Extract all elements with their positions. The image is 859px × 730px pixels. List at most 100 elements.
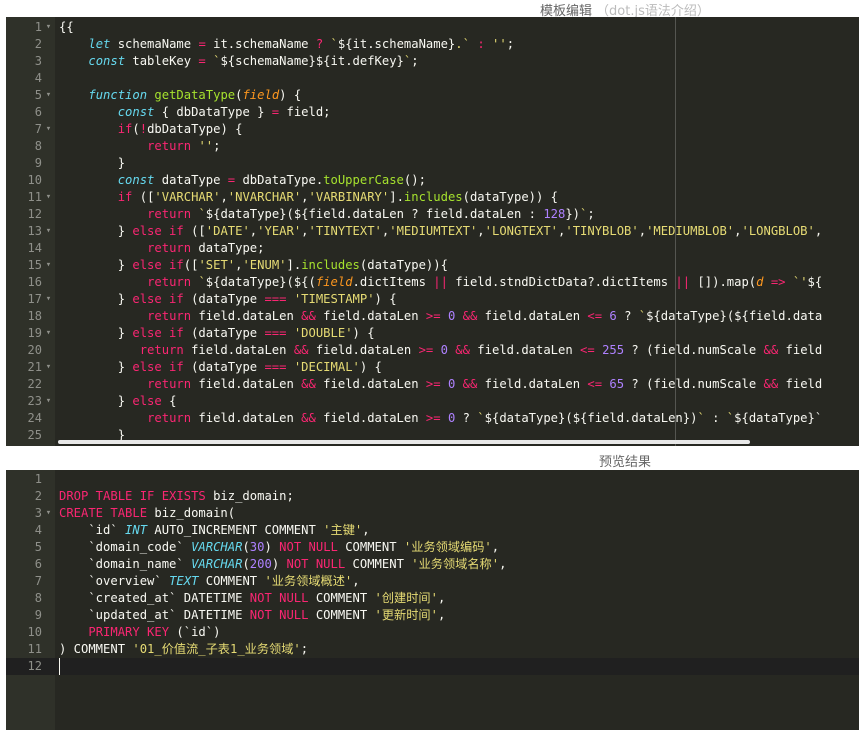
code-token: dbDataType. xyxy=(235,173,324,187)
template-line-content: function getDataType(field) { xyxy=(59,87,859,104)
fold-arrow-icon[interactable]: ▾ xyxy=(44,393,53,410)
code-token: (dataType xyxy=(183,292,265,306)
template-code-line[interactable]: 10 const dataType = dbDataType.toUpperCa… xyxy=(6,172,859,189)
template-code-line[interactable]: 12 return `${dataType}(${field.dataLen ?… xyxy=(6,206,859,223)
code-token: ) { xyxy=(359,360,382,374)
preview-code-editor[interactable]: 1 2 DROP TABLE IF EXISTS biz_domain; 3 ▾ CREA… xyxy=(6,470,859,730)
template-line-content: let schemaName = it.schemaName ? `${it.s… xyxy=(59,36,859,53)
fold-arrow-icon[interactable]: ▾ xyxy=(44,325,53,342)
code-token: { xyxy=(161,394,177,408)
code-token: ? xyxy=(616,309,639,323)
code-token: || xyxy=(433,275,448,289)
code-token: INT xyxy=(125,523,148,537)
fold-arrow-icon[interactable]: ▾ xyxy=(44,223,53,240)
code-token: biz_domain( xyxy=(147,506,236,520)
template-code-line[interactable]: 21 ▾ } else if (dataType === 'DECIMAL') { xyxy=(6,359,859,376)
template-code-line[interactable]: 20 return field.dataLen && field.dataLen… xyxy=(6,342,859,359)
template-horizontal-scrollbar[interactable] xyxy=(58,440,750,444)
code-token: field.dataLen xyxy=(183,343,294,357)
template-code-line[interactable]: 6 const { dbDataType } = field; xyxy=(6,104,859,121)
code-token: AUTO_INCREMENT COMMENT xyxy=(147,523,324,537)
code-token: NOT NULL xyxy=(286,557,346,571)
fold-arrow-icon[interactable]: ▾ xyxy=(44,257,53,274)
preview-line-number: 7 xyxy=(34,574,42,588)
template-line-content: {{ xyxy=(59,19,859,36)
template-code-editor[interactable]: 1 ▾{{2 let schemaName = it.schemaName ? `… xyxy=(6,17,859,446)
preview-code-line[interactable]: 3 ▾ CREATE TABLE biz_domain( xyxy=(6,505,859,522)
template-code-line[interactable]: 24 return field.dataLen && field.dataLen… xyxy=(6,410,859,427)
template-code-line[interactable]: 4 xyxy=(6,70,859,87)
template-code-line[interactable]: 11 ▾ if (['VARCHAR','NVARCHAR','VARBINARY… xyxy=(6,189,859,206)
template-code-line[interactable]: 22 return field.dataLen && field.dataLen… xyxy=(6,376,859,393)
template-code-line[interactable]: 19 ▾ } else if (dataType === 'DOUBLE') { xyxy=(6,325,859,342)
preview-code-line[interactable]: 7 `overview` TEXT COMMENT '业务领域概述', xyxy=(6,573,859,590)
preview-code-line[interactable]: 11) COMMENT '01_价值流_子表1_业务领域'; xyxy=(6,641,859,658)
code-token: ([ xyxy=(183,224,206,238)
code-token: else xyxy=(132,394,162,408)
fold-arrow-icon[interactable]: ▾ xyxy=(44,121,53,138)
template-code-line[interactable]: 9 } xyxy=(6,155,859,172)
fold-arrow-icon[interactable]: ▾ xyxy=(44,87,53,104)
template-line-number: 2 xyxy=(34,37,42,51)
preview-code-line[interactable]: 6 `domain_name` VARCHAR(200) NOT NULL CO… xyxy=(6,556,859,573)
preview-section-header: 预览结果 xyxy=(0,451,859,470)
code-token: ( xyxy=(242,557,250,571)
fold-arrow-icon[interactable]: ▾ xyxy=(44,291,53,308)
code-token: <= xyxy=(587,309,603,323)
template-code-line[interactable]: 15 ▾ } else if(['SET','ENUM'].includes(da… xyxy=(6,257,859,274)
preview-line-number: 11 xyxy=(27,642,42,656)
fold-arrow-icon[interactable]: ▾ xyxy=(44,19,53,36)
preview-code-line[interactable]: 10 PRIMARY KEY (`id`) xyxy=(6,624,859,641)
template-code-line[interactable]: 18 return field.dataLen && field.dataLen… xyxy=(6,308,859,325)
preview-code-line[interactable]: 12 xyxy=(6,658,859,675)
code-token: ) xyxy=(271,557,287,571)
preview-code-line[interactable]: 9 `updated_at` DATETIME NOT NULL COMMENT… xyxy=(6,607,859,624)
template-line-content: return field.dataLen && field.dataLen >=… xyxy=(59,376,859,393)
template-line-content: } else if (dataType === 'DOUBLE') { xyxy=(59,325,859,342)
preview-code-line[interactable]: 5 `domain_code` VARCHAR(30) NOT NULL COM… xyxy=(6,539,859,556)
preview-code-line[interactable]: 4 `id` INT AUTO_INCREMENT COMMENT '主键', xyxy=(6,522,859,539)
code-token: getDataType xyxy=(154,88,236,102)
code-token: '业务领域名称' xyxy=(411,557,500,571)
code-token: 'DATE' xyxy=(205,224,250,238)
template-code-line[interactable]: 13 ▾ } else if (['DATE','YEAR','TINYTEXT'… xyxy=(6,223,859,240)
template-code-line[interactable]: 8 return ''; xyxy=(6,138,859,155)
code-token: `domain_code` xyxy=(59,540,192,554)
code-token: '创建时间' xyxy=(374,591,438,605)
template-line-content: } else { xyxy=(59,393,859,410)
code-token: dbDataType) { xyxy=(147,122,243,136)
template-code-line[interactable]: 5 ▾ function getDataType(field) { xyxy=(6,87,859,104)
preview-code-line[interactable]: 1 xyxy=(6,471,859,488)
fold-arrow-icon[interactable]: ▾ xyxy=(44,189,53,206)
template-line-number: 9 xyxy=(34,156,42,170)
preview-line-content: PRIMARY KEY (`id`) xyxy=(59,624,859,641)
code-token: let xyxy=(88,37,111,51)
fold-arrow-icon[interactable]: ▾ xyxy=(44,359,53,376)
fold-arrow-icon[interactable]: ▾ xyxy=(44,505,53,522)
preview-code-line[interactable]: 8 `created_at` DATETIME NOT NULL COMMENT… xyxy=(6,590,859,607)
preview-code-line[interactable]: 2 DROP TABLE IF EXISTS biz_domain; xyxy=(6,488,859,505)
template-code-line[interactable]: 1 ▾ {{ xyxy=(6,19,859,36)
code-token: 'DOUBLE' xyxy=(293,326,353,340)
code-token: } xyxy=(59,360,133,374)
template-code-line[interactable]: 16 return `${dataType}(${(field.dictItem… xyxy=(6,274,859,291)
template-code-line[interactable]: 23 ▾ } else { xyxy=(6,393,859,410)
code-token: ) COMMENT xyxy=(59,642,133,656)
preview-line-number: 10 xyxy=(27,625,42,639)
template-code-line[interactable]: 14 return dataType; xyxy=(6,240,859,257)
template-code-line[interactable]: 2 let schemaName = it.schemaName ? `${it… xyxy=(6,36,859,53)
code-token: NOT NULL xyxy=(279,540,338,554)
code-token: , xyxy=(301,224,309,238)
code-token: ${field.dataLen ? field.dataLen : xyxy=(293,207,544,221)
template-code-line[interactable]: 17 ▾ } else if (dataType === 'TIMESTAMP')… xyxy=(6,291,859,308)
template-code-line[interactable]: 3 const tableKey = `${schemaName}${it.de… xyxy=(6,53,859,70)
template-code-line[interactable]: 7 ▾ if(!dbDataType) { xyxy=(6,121,859,138)
